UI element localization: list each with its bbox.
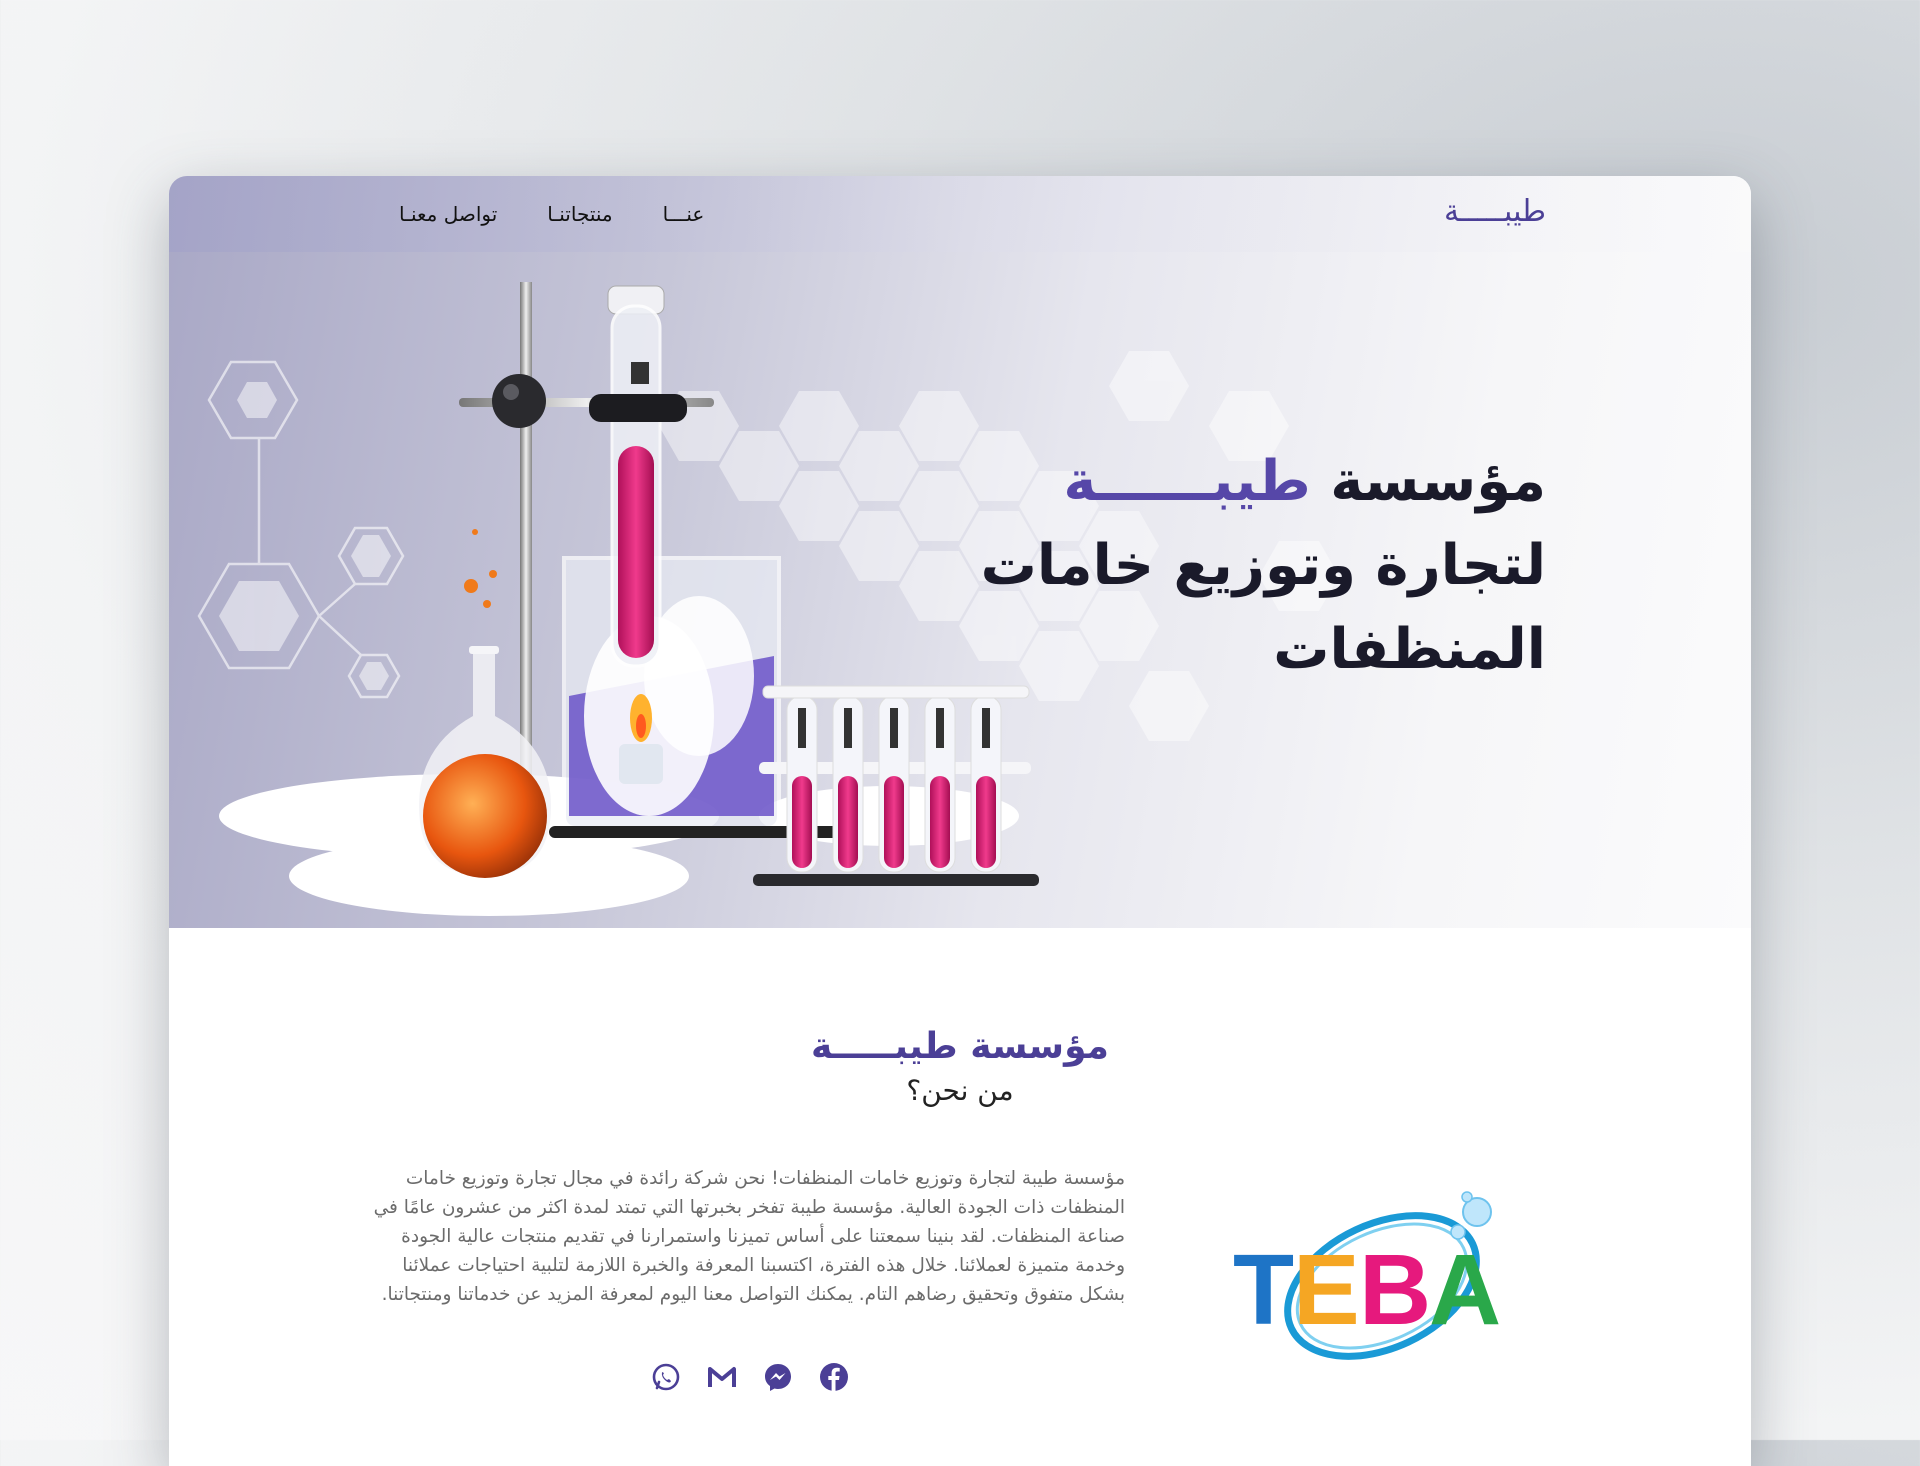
whatsapp-icon[interactable] [650,1361,682,1393]
hero-title-line-1: مؤسسة طيبــــــة [926,440,1546,524]
messenger-icon[interactable] [762,1361,794,1393]
about-subheading: من نحن؟ [906,1074,1014,1107]
logo-letter-e: E [1293,1234,1360,1346]
top-navigation: تواصل معنـا منتجاتنـا عنـــا طيبـــــة [169,176,1751,252]
social-links [650,1361,850,1393]
nav-contact-link[interactable]: تواصل معنـا [399,202,497,226]
nav-links: تواصل معنـا منتجاتنـا عنـــا [399,202,704,226]
nav-products-link[interactable]: منتجاتنـا [547,202,612,226]
about-heading: مؤسسة طيبـــــة [811,1026,1109,1067]
logo-letter-b: B [1359,1234,1431,1346]
hero-title: مؤسسة طيبــــــة لتجارة وتوزيع خامات الم… [926,440,1546,692]
about-text: مؤسسة طيبة لتجارة وتوزيع خامات المنظفات!… [373,1168,1125,1305]
nav-about-link[interactable]: عنـــا [663,202,705,226]
brand-logo-text[interactable]: طيبـــــة [1444,194,1546,229]
facebook-icon[interactable] [818,1361,850,1393]
hero-title-prefix: مؤسسة [1310,449,1546,514]
teba-logo: T E B A [1233,1191,1501,1360]
hero-title-accent: طيبــــــة [1063,449,1311,514]
hero-title-line-3: المنظفات [1273,617,1546,682]
page-card: تواصل معنـا منتجاتنـا عنـــا طيبـــــة م… [169,176,1751,1466]
logo-letter-a: A [1429,1234,1501,1346]
hero-title-line-2: لتجارة وتوزيع خامات [980,533,1546,598]
hero-section: تواصل معنـا منتجاتنـا عنـــا طيبـــــة م… [169,176,1751,928]
gmail-icon[interactable] [706,1361,738,1393]
logo-letter-t: T [1233,1234,1294,1346]
